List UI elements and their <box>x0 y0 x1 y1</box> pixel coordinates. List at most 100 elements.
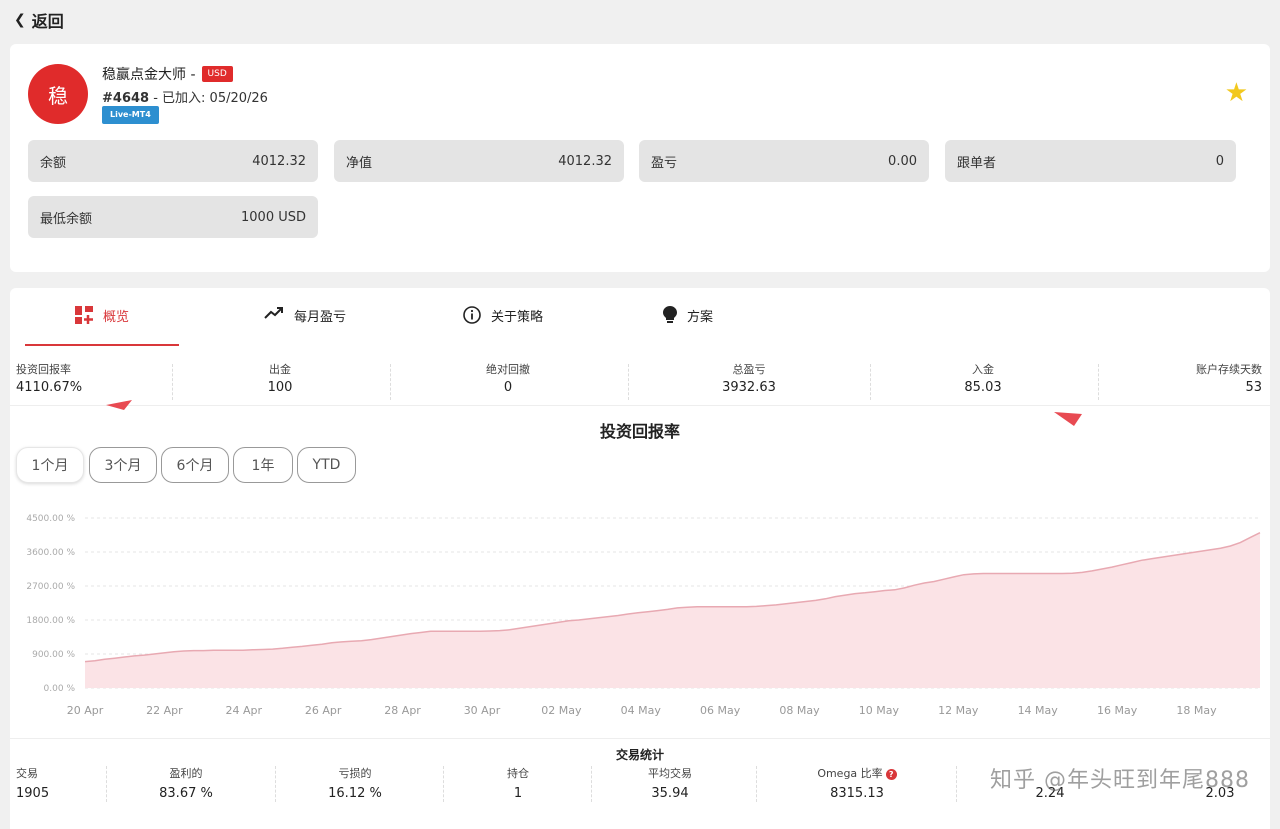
metric-label: 入金 <box>972 363 994 376</box>
stat-value: 16.12 % <box>328 786 382 801</box>
metric-label: 总盈亏 <box>732 363 766 376</box>
divider <box>956 766 957 802</box>
divider <box>756 766 757 802</box>
stat-balance: 余额 4012.32 <box>28 140 318 182</box>
stat-label: 余额 <box>40 155 67 171</box>
trade-stat-omega: Omega 比率? 8315.13 <box>792 766 922 802</box>
x-tick-label: 12 May <box>938 704 979 717</box>
joined-date: - 已加入: 05/20/26 <box>149 91 268 106</box>
stat-label: 平均交易 <box>648 767 692 780</box>
stat-value: 4012.32 <box>558 153 612 169</box>
x-tick-label: 18 May <box>1176 704 1217 717</box>
info-icon <box>463 306 481 324</box>
stat-label: 盈亏 <box>651 155 678 171</box>
trade-stats-title: 交易统计 <box>615 748 664 762</box>
metric-value: 53 <box>1245 380 1262 395</box>
tab-label: 概览 <box>102 310 129 325</box>
help-icon[interactable]: ? <box>885 768 897 780</box>
x-tick-label: 30 Apr <box>464 704 501 717</box>
divider <box>10 738 1270 739</box>
x-tick-label: 14 May <box>1018 704 1059 717</box>
trade-stat-open: 持仓 1 <box>468 766 568 802</box>
x-tick-label: 28 Apr <box>384 704 421 717</box>
divider <box>870 364 871 400</box>
account-name-row: 稳赢点金大师 - USD <box>102 64 233 84</box>
watermark: 知乎 @年头旺到年尾888 <box>990 768 1250 793</box>
tab-about-strategy[interactable]: 关于策略 <box>428 306 578 346</box>
stat-value: 0 <box>1215 153 1224 169</box>
metric-total-pnl: 总盈亏 3932.63 <box>689 362 809 396</box>
annotation-arrow-icon <box>106 400 132 420</box>
stat-label: 交易 <box>16 767 38 780</box>
stat-value: 4012.32 <box>252 153 306 169</box>
stat-min-balance: 最低余额 1000 USD <box>28 196 318 238</box>
stat-value: 1 <box>513 786 523 801</box>
series-area <box>85 532 1260 688</box>
tab-plan[interactable]: 方案 <box>618 306 758 346</box>
y-tick-label: 0.00 % <box>44 684 76 694</box>
trade-stat-avg: 平均交易 35.94 <box>620 766 720 802</box>
x-tick-label: 16 May <box>1097 704 1138 717</box>
metric-value: 3932.63 <box>722 380 776 395</box>
tab-label: 关于策略 <box>490 310 543 325</box>
roi-area-chart: 0.00 % 900.00 % 1800.00 % 2700.00 % 3600.00 … <box>26 514 1261 717</box>
stat-label: 最低余额 <box>40 211 93 227</box>
range-ytd-button[interactable]: YTD <box>297 447 356 483</box>
range-3m-button[interactable]: 3个月 <box>89 447 157 483</box>
x-tick-label: 22 Apr <box>146 704 183 717</box>
metrics-row: 投资回报率 4110.67% 出金 100 绝对回撤 0 总盈亏 3932.63… <box>10 360 1270 406</box>
trend-up-icon <box>264 306 284 320</box>
metric-abs-drawdown: 绝对回撤 0 <box>448 362 568 396</box>
y-tick-label: 1800.00 % <box>26 616 75 626</box>
metric-label: 账户存续天数 <box>1196 363 1262 376</box>
trade-stat-loss: 亏损的 16.12 % <box>305 766 405 802</box>
stat-label: 盈利的 <box>169 767 203 780</box>
range-1m-button[interactable]: 1个月 <box>16 447 84 483</box>
tab-monthly-pnl[interactable]: 每月盈亏 <box>230 306 380 346</box>
stat-value: 8315.13 <box>830 786 884 801</box>
x-tick-label: 24 Apr <box>226 704 263 717</box>
platform-badge: Live-MT4 <box>102 106 159 124</box>
metric-roi: 投资回报率 4110.67% <box>16 362 82 396</box>
stat-value: 1905 <box>16 786 50 801</box>
range-6m-button[interactable]: 6个月 <box>161 447 229 483</box>
metric-value: 4110.67% <box>16 380 83 395</box>
metric-withdrawal: 出金 100 <box>220 362 340 396</box>
x-tick-label: 20 Apr <box>67 704 104 717</box>
divider <box>390 364 391 400</box>
metric-label: 绝对回撤 <box>486 363 530 376</box>
divider <box>443 766 444 802</box>
y-tick-label: 900.00 % <box>32 650 75 660</box>
stat-value: 1000 USD <box>241 209 306 225</box>
stat-label: 持仓 <box>507 767 529 780</box>
x-tick-label: 04 May <box>621 704 662 717</box>
x-tick-label: 08 May <box>779 704 820 717</box>
stat-label: 净值 <box>346 155 373 171</box>
tab-label: 每月盈亏 <box>293 310 346 325</box>
divider <box>591 766 592 802</box>
divider <box>106 766 107 802</box>
back-button[interactable]: ❮ 返回 <box>14 8 64 32</box>
metric-label: 投资回报率 <box>16 363 71 376</box>
dashboard-icon <box>74 306 93 324</box>
lightbulb-icon <box>662 306 677 324</box>
currency-badge: USD <box>201 66 233 82</box>
x-tick-label: 10 May <box>859 704 900 717</box>
account-id-row: #4648 - 已加入: 05/20/26 <box>102 87 268 106</box>
stat-value: 83.67 % <box>159 786 213 801</box>
metric-value: 0 <box>503 380 513 395</box>
stat-label-row: Omega 比率? <box>792 766 922 782</box>
tab-bar: 概览 每月盈亏 关于策略 方案 <box>10 288 1270 346</box>
trade-stat-trades: 交易 1905 <box>16 766 49 802</box>
back-label: 返回 <box>31 12 64 31</box>
trade-stat-win: 盈利的 83.67 % <box>136 766 236 802</box>
tab-overview[interactable]: 概览 <box>25 306 179 346</box>
stat-profit: 盈亏 0.00 <box>639 140 929 182</box>
favorite-star-icon[interactable]: ★ <box>1225 80 1248 106</box>
range-1y-button[interactable]: 1年 <box>233 447 293 483</box>
stat-followers: 跟单者 0 <box>945 140 1236 182</box>
stat-label: Omega 比率 <box>817 767 883 780</box>
y-tick-label: 4500.00 % <box>26 514 75 524</box>
account-card: 稳 稳赢点金大师 - USD #4648 - 已加入: 05/20/26 Liv… <box>10 44 1270 272</box>
y-tick-label: 3600.00 % <box>26 548 75 558</box>
